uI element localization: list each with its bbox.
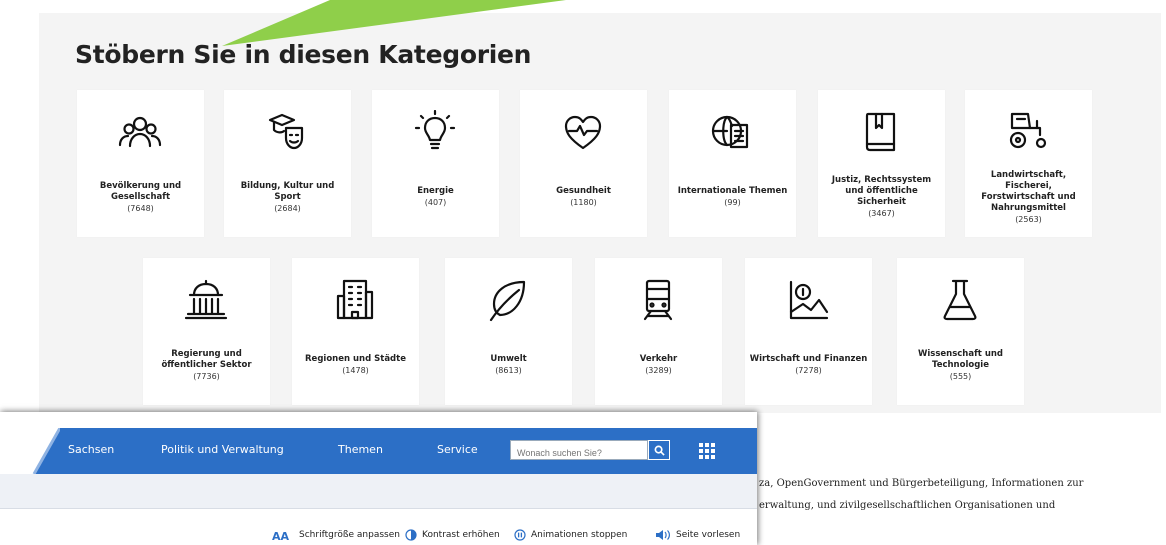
nav-item-service[interactable]: Service xyxy=(437,443,478,456)
category-name: Bildung, Kultur und Sport xyxy=(240,180,335,202)
category-count: (2563) xyxy=(1015,214,1042,224)
category-count: (3467) xyxy=(868,209,895,218)
category-count: (1478) xyxy=(342,366,369,375)
tractor-icon xyxy=(1003,110,1053,154)
font-size-label: Schriftgröße anpassen xyxy=(299,530,400,540)
category-count: (7648) xyxy=(127,203,154,213)
category-count: (7736) xyxy=(193,371,220,381)
read-aloud-label: Seite vorlesen xyxy=(676,530,741,540)
category-card-energie[interactable]: Energie (407) xyxy=(372,90,499,237)
government-building-icon xyxy=(181,278,231,322)
category-count: (99) xyxy=(724,198,741,207)
category-name: Umwelt xyxy=(490,354,527,364)
category-name: Internationale Themen xyxy=(677,186,788,196)
pause-icon xyxy=(514,529,526,541)
category-name: Energie xyxy=(417,186,454,196)
lightbulb-icon xyxy=(410,109,460,154)
category-card-landwirtschaft[interactable]: Landwirtschaft, Fischerei, Forstwirtscha… xyxy=(965,90,1092,237)
category-name: Regierung und öffentlicher Sektor xyxy=(161,348,252,370)
animations-control[interactable]: Animationen stoppen xyxy=(514,529,627,541)
contrast-control[interactable]: Kontrast erhöhen xyxy=(405,529,500,541)
category-count: (8613) xyxy=(495,366,522,375)
category-card-international[interactable]: Internationale Themen (99) xyxy=(669,90,796,237)
category-name: Verkehr xyxy=(639,354,678,364)
category-count: (1180) xyxy=(570,198,597,207)
read-aloud-control[interactable]: Seite vorlesen xyxy=(655,529,740,541)
animations-label: Animationen stoppen xyxy=(531,530,628,540)
lab-flask-icon xyxy=(935,278,985,322)
search-input[interactable] xyxy=(511,444,643,462)
speaker-icon xyxy=(655,529,671,541)
office-building-icon xyxy=(330,278,380,322)
category-card-verkehr[interactable]: Verkehr (3289) xyxy=(595,258,722,405)
category-count: (7278) xyxy=(795,366,822,375)
train-icon xyxy=(633,278,683,322)
category-card-justiz[interactable]: Justiz, Rechtssystem und öffentliche Sic… xyxy=(818,90,945,237)
law-book-icon xyxy=(856,110,906,154)
category-card-umwelt[interactable]: Umwelt (8613) xyxy=(445,258,572,405)
category-card-gesundheit[interactable]: Gesundheit (1180) xyxy=(520,90,647,237)
finance-chart-icon xyxy=(783,278,833,322)
overlay-screenshot: Sachsen Politik und Verwaltung Themen Se… xyxy=(0,412,757,545)
heart-pulse-icon xyxy=(558,110,608,154)
category-count: (555) xyxy=(949,371,972,381)
nav-item-sachsen[interactable]: Sachsen xyxy=(68,443,114,456)
contrast-label: Kontrast erhöhen xyxy=(422,530,500,540)
side-text-line: za, OpenGovernment und Bürgerbeteiligung… xyxy=(759,478,1084,489)
svg-text:AA: AA xyxy=(272,530,290,541)
search-icon xyxy=(654,445,665,456)
category-name: Regionen und Städte xyxy=(305,354,406,364)
category-name: Wissenschaft und Technologie xyxy=(917,348,1004,370)
search-field xyxy=(510,440,648,462)
category-name: Wirtschaft und Finanzen xyxy=(749,354,868,364)
category-card-regionen[interactable]: Regionen und Städte (1478) xyxy=(292,258,419,405)
search-button[interactable] xyxy=(648,440,670,460)
category-count: (407) xyxy=(424,198,447,207)
sub-bar xyxy=(0,474,757,509)
font-size-icon: AA xyxy=(272,529,294,541)
people-icon xyxy=(115,110,165,154)
category-card-wissenschaft[interactable]: Wissenschaft und Technologie (555) xyxy=(897,258,1024,405)
category-name: Landwirtschaft, Fischerei, Forstwirtscha… xyxy=(981,169,1076,213)
page-title: Stöbern Sie in diesen Kategorien xyxy=(75,40,532,69)
category-count: (3289) xyxy=(645,366,672,375)
category-card-wirtschaft[interactable]: Wirtschaft und Finanzen (7278) xyxy=(745,258,872,405)
nav-item-politik[interactable]: Politik und Verwaltung xyxy=(161,443,284,456)
category-name: Justiz, Rechtssystem und öffentliche Sic… xyxy=(831,175,932,207)
category-name: Bevölkerung und Gesellschaft xyxy=(99,180,182,202)
top-navigation-bar: Sachsen Politik und Verwaltung Themen Se… xyxy=(0,428,757,474)
category-card-regierung[interactable]: Regierung und öffentlicher Sektor (7736) xyxy=(143,258,270,405)
grid-icon[interactable] xyxy=(698,442,716,460)
globe-document-icon xyxy=(707,110,757,154)
category-card-bildung[interactable]: Bildung, Kultur und Sport (2684) xyxy=(224,90,351,237)
category-card-bevoelkerung[interactable]: Bevölkerung und Gesellschaft (7648) xyxy=(77,90,204,237)
category-name: Gesundheit xyxy=(556,186,611,196)
nav-item-themen[interactable]: Themen xyxy=(338,443,383,456)
side-text-line: erwaltung, und zivilgesellschaftlichen O… xyxy=(759,500,1056,511)
graduation-masks-icon xyxy=(262,110,312,154)
font-size-control[interactable]: AA Schriftgröße anpassen xyxy=(272,529,400,541)
contrast-icon xyxy=(405,529,417,541)
category-count: (2684) xyxy=(274,203,301,213)
leaf-icon xyxy=(483,278,533,322)
logo-swoosh-icon xyxy=(0,428,60,474)
